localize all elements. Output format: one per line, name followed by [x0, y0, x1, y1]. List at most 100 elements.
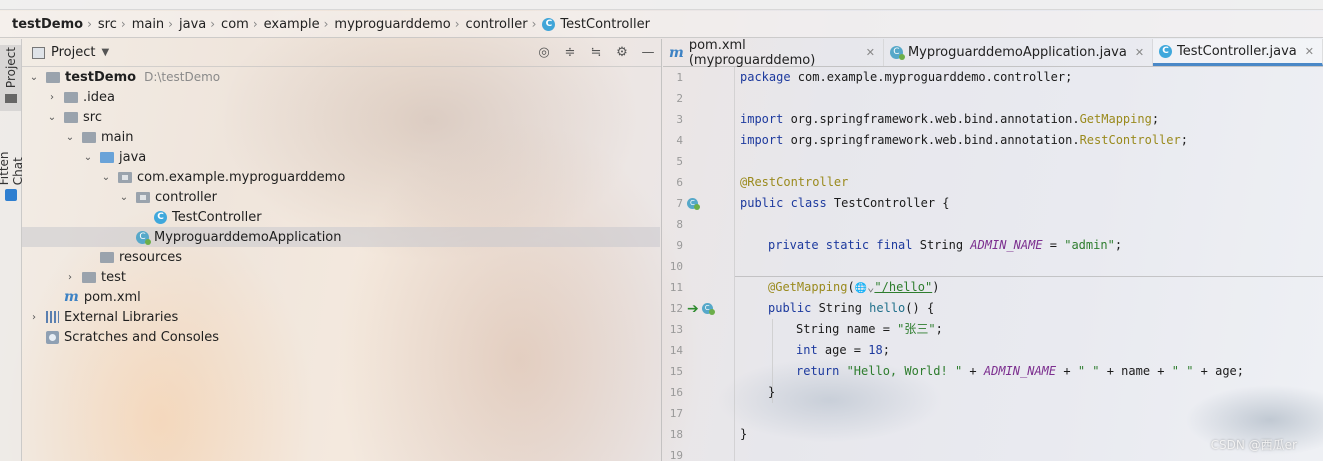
tree-item-testcontroller[interactable]: C TestController [22, 207, 660, 227]
chevron-right-icon: › [168, 17, 173, 31]
line-number: 13 [669, 323, 683, 336]
tree-item-controller[interactable]: ⌄ controller [22, 187, 660, 207]
breadcrumb-item-testcontroller[interactable]: C TestController [542, 17, 650, 32]
spring-bean-gutter-icon[interactable]: C [687, 193, 703, 214]
editor: m pom.xml (myproguarddemo) ✕ C Myproguar… [663, 37, 1323, 461]
close-icon[interactable]: ✕ [866, 46, 875, 59]
breadcrumb-item[interactable]: myproguarddemo [334, 17, 450, 32]
tree-item-label: java [119, 149, 147, 165]
chevron-down-icon[interactable]: ⌄ [46, 111, 58, 123]
tree-item-src[interactable]: ⌄ src [22, 107, 660, 127]
code-token: public [768, 301, 812, 315]
collapse-all-icon[interactable]: ≒ [589, 45, 603, 60]
side-tab-project[interactable]: Project [0, 45, 22, 111]
tree-item-label: pom.xml [83, 289, 141, 305]
breadcrumb-item[interactable]: src [98, 17, 117, 32]
code-token: TestController { [826, 196, 950, 210]
spring-boot-class-icon: C [687, 198, 700, 210]
side-tab-fitten-chat[interactable]: Fitten Chat [0, 121, 25, 201]
locate-icon[interactable]: ◎ [537, 45, 551, 60]
code-token: String [811, 301, 870, 315]
tree-item-idea[interactable]: › .idea [22, 87, 660, 107]
line-number-gutter[interactable]: 1 2 3 4 5 6 7 8 9 10 11 12 13 14 15 16 1… [663, 67, 735, 461]
tree-item-label: testDemo [65, 69, 137, 85]
breadcrumb-item[interactable]: example [264, 17, 320, 32]
code-line: public class TestController { [740, 193, 950, 214]
breadcrumb-item[interactable]: testDemo [12, 17, 83, 32]
code-token: import [740, 112, 784, 126]
tree-item-external-libraries[interactable]: › External Libraries [22, 307, 660, 327]
breadcrumb-item[interactable]: java [179, 17, 206, 32]
project-panel: Project ▼ ◎ ≑ ≒ ⚙ — ⌄ testDemo D:\testDemo… [22, 39, 662, 461]
request-mapping-gutter-icon[interactable]: ➔ C [687, 298, 718, 319]
tree-item-testdemo[interactable]: ⌄ testDemo D:\testDemo [22, 67, 660, 87]
folder-icon [64, 111, 78, 123]
spring-boot-class-icon: C [889, 46, 905, 60]
code-token: @GetMapping [768, 280, 848, 294]
module-folder-icon [46, 71, 60, 83]
code-token: "张三" [897, 322, 936, 336]
code-token: com.example.myproguarddemo.controller; [790, 70, 1073, 84]
tree-item-label: resources [119, 249, 183, 265]
chevron-down-icon[interactable]: ⌄ [118, 191, 130, 203]
tree-item-package[interactable]: ⌄ com.example.myproguarddemo [22, 167, 660, 187]
globe-icon[interactable]: 🌐 [855, 283, 867, 294]
tree-item-label: controller [155, 189, 218, 205]
code-area[interactable]: package com.example.myproguarddemo.contr… [740, 67, 1323, 461]
code-line: import org.springframework.web.bind.anno… [740, 109, 1159, 130]
chevron-right-icon: › [323, 17, 329, 31]
minimize-icon[interactable]: — [641, 45, 655, 60]
tree-item-label: main [101, 129, 134, 145]
chevron-down-icon[interactable]: ⌄ [64, 131, 76, 143]
tree-item-test[interactable]: › test [22, 267, 660, 287]
code-token[interactable]: "/hello" [874, 280, 932, 294]
scratches-icon [46, 330, 59, 344]
code-token: + [962, 364, 984, 378]
close-icon[interactable]: ✕ [1305, 45, 1314, 58]
gear-icon[interactable]: ⚙ [615, 45, 629, 60]
chevron-right-icon[interactable]: › [64, 271, 76, 283]
tree-item-application[interactable]: C MyproguarddemoApplication [22, 227, 660, 247]
breadcrumb-item[interactable]: main [132, 17, 164, 32]
line-number: 19 [669, 449, 683, 461]
breadcrumb-item[interactable]: controller [466, 17, 528, 32]
tab-label: TestController.java [1177, 43, 1297, 59]
code-token: org.springframework.web.bind.annotation. [783, 112, 1080, 126]
tab-testcontroller[interactable]: C TestController.java ✕ [1153, 39, 1323, 66]
breadcrumb: testDemo › src › main › java › com › example ›… [0, 11, 1323, 38]
tree-item-java[interactable]: ⌄ java [22, 147, 660, 167]
chevron-right-icon[interactable]: › [28, 311, 40, 323]
line-number: 11 [669, 281, 683, 294]
code-token: + [1056, 364, 1078, 378]
breadcrumb-label: TestController [560, 16, 650, 32]
folder-icon [82, 271, 96, 283]
spring-bean-icon: C [701, 303, 715, 315]
arrow-right-icon: ➔ [687, 300, 699, 317]
chevron-down-icon[interactable]: ▼ [101, 47, 109, 58]
chevron-down-icon[interactable]: ⌄ [82, 151, 94, 163]
tab-label: pom.xml (myproguarddemo) [688, 37, 816, 68]
tree-item-resources[interactable]: resources [22, 247, 660, 267]
project-panel-title[interactable]: Project [51, 45, 95, 60]
tree-item-label: External Libraries [64, 309, 179, 325]
chevron-right-icon[interactable]: › [46, 91, 58, 103]
chevron-down-icon[interactable]: ⌄ [28, 71, 40, 83]
code-token: String [912, 238, 971, 252]
breadcrumb-item[interactable]: com [221, 17, 249, 32]
code-token: return [796, 364, 840, 378]
chevron-down-icon[interactable]: ⌄ [100, 171, 112, 183]
code-token: () { [905, 301, 935, 315]
code-line: int age = 18; [796, 340, 890, 361]
tab-application[interactable]: C MyproguarddemoApplication.java ✕ [884, 39, 1154, 66]
code-line: } [740, 424, 747, 445]
code-token: "Hello, World! " [839, 364, 963, 378]
tree-item-main[interactable]: ⌄ main [22, 127, 660, 147]
expand-all-icon[interactable]: ≑ [563, 45, 577, 60]
tree-item-pom[interactable]: m pom.xml [22, 287, 660, 307]
line-number: 17 [669, 407, 683, 420]
tree-item-scratches[interactable]: Scratches and Consoles [22, 327, 660, 347]
close-icon[interactable]: ✕ [1135, 46, 1144, 59]
menu-bar [0, 0, 1323, 10]
tab-pom[interactable]: m pom.xml (myproguarddemo) ✕ [663, 37, 884, 68]
class-icon: C [1159, 44, 1173, 58]
